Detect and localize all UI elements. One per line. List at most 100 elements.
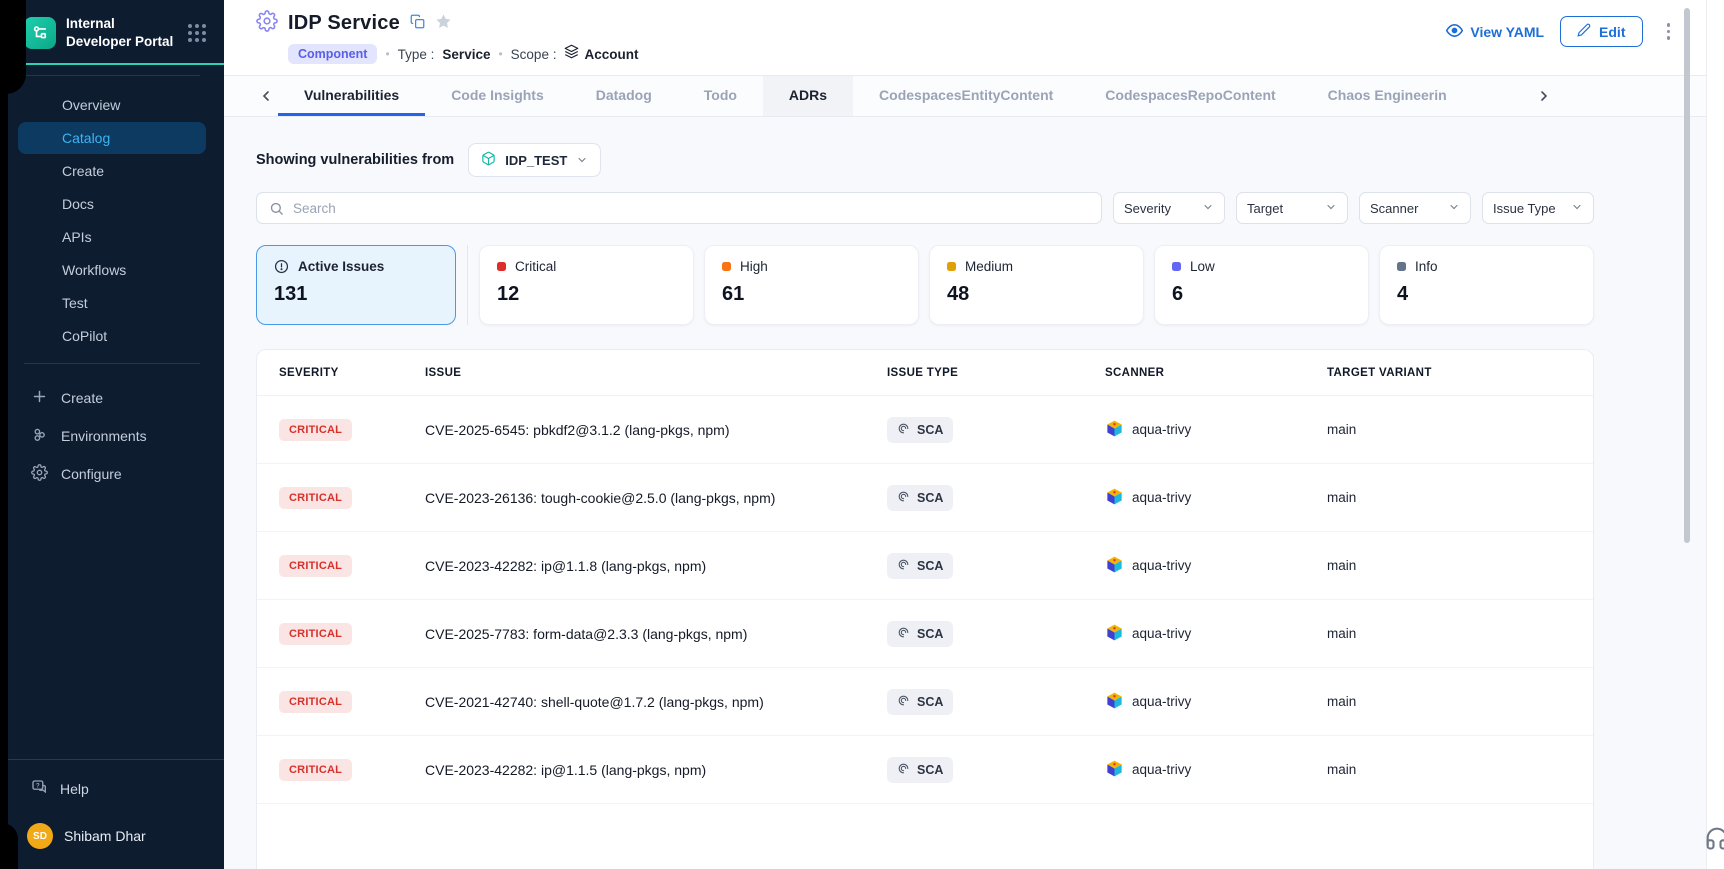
- tab-vulnerabilities[interactable]: Vulnerabilities: [278, 76, 425, 116]
- issue-type-label: SCA: [917, 559, 943, 573]
- target-variant: main: [1327, 422, 1593, 437]
- filter-label: Scanner: [1370, 201, 1418, 216]
- target-variant: main: [1327, 490, 1593, 505]
- tabbar: VulnerabilitiesCode InsightsDatadogTodoA…: [224, 76, 1724, 117]
- environments-icon: [31, 426, 48, 446]
- copy-icon[interactable]: [410, 14, 425, 34]
- active-issues-card[interactable]: Active Issues 131: [256, 245, 456, 325]
- avatar: SD: [27, 823, 53, 849]
- trivy-cube-icon: [1105, 487, 1124, 509]
- sidebar-item-overview[interactable]: Overview: [18, 89, 206, 121]
- sidebar-item-docs[interactable]: Docs: [18, 188, 206, 220]
- tab-codespacesentitycontent[interactable]: CodespacesEntityContent: [853, 76, 1079, 116]
- tabs-scroll-right-icon[interactable]: [1532, 88, 1556, 104]
- help-label: Help: [60, 781, 89, 797]
- tab-adrs[interactable]: ADRs: [763, 76, 853, 116]
- chevron-down-icon: [1325, 201, 1337, 216]
- scope-value: Account: [584, 47, 638, 62]
- issue-title: CVE-2023-42282: ip@1.1.5 (lang-pkgs, npm…: [425, 762, 887, 778]
- stat-card-high[interactable]: High61: [704, 245, 919, 325]
- tabs-scroll-left-icon[interactable]: [254, 88, 278, 104]
- sidebar-item-workflows[interactable]: Workflows: [18, 254, 206, 286]
- sidebar-item-copilot[interactable]: CoPilot: [18, 320, 206, 352]
- stat-card-value: 12: [497, 283, 676, 306]
- scanner-cell: aqua-trivy: [1105, 623, 1327, 645]
- main-area: IDP Service Component • Ty: [224, 0, 1724, 869]
- target-variant: main: [1327, 626, 1593, 641]
- search-filter-row: Severity Target Scanner Issue Type: [256, 192, 1594, 224]
- sca-fingerprint-icon: [897, 626, 910, 642]
- sidebar-item-apis[interactable]: APIs: [18, 221, 206, 253]
- scrollbar-thumb[interactable]: [1684, 8, 1690, 543]
- table-row[interactable]: CRITICALCVE-2023-42282: ip@1.1.8 (lang-p…: [257, 532, 1593, 600]
- sidebar-item-catalog[interactable]: Catalog: [18, 122, 206, 154]
- stat-card-low[interactable]: Low6: [1154, 245, 1369, 325]
- kebab-menu-icon[interactable]: [1659, 19, 1679, 44]
- severity-badge: CRITICAL: [279, 623, 352, 645]
- table-row[interactable]: CRITICALCVE-2021-42740: shell-quote@1.7.…: [257, 668, 1593, 736]
- sca-fingerprint-icon: [897, 490, 910, 506]
- user-menu[interactable]: SD Shibam Dhar: [0, 809, 224, 869]
- user-name: Shibam Dhar: [64, 828, 146, 844]
- sidebar-item-help[interactable]: ? Help: [0, 760, 224, 809]
- pencil-icon: [1577, 23, 1591, 40]
- severity-cards: Critical 12 High61 Medium 48 Low6Info4: [479, 245, 1594, 325]
- issue-type-label: SCA: [917, 491, 943, 505]
- chevron-down-icon: [1571, 201, 1583, 216]
- stat-card-info[interactable]: Info4: [1379, 245, 1594, 325]
- sidebar-item-test[interactable]: Test: [18, 287, 206, 319]
- trivy-cube-icon: [1105, 555, 1124, 577]
- svg-text:?: ?: [36, 782, 40, 789]
- apps-grid-icon[interactable]: [184, 20, 210, 46]
- issue-type-label: SCA: [917, 695, 943, 709]
- tab-codespacesrepocontent[interactable]: CodespacesRepoContent: [1079, 76, 1301, 116]
- tab-todo[interactable]: Todo: [678, 76, 763, 116]
- search-icon: [269, 201, 284, 216]
- page-header-actions: View YAML Edit: [1446, 10, 1678, 47]
- table-row[interactable]: CRITICALCVE-2025-7783: form-data@2.3.3 (…: [257, 600, 1593, 668]
- brand-title: Internal Developer Portal: [66, 15, 174, 50]
- table-row[interactable]: CRITICALCVE-2025-6545: pbkdf2@3.1.2 (lan…: [257, 396, 1593, 464]
- portal-logo-icon: [24, 17, 56, 49]
- issue-type-chip: SCA: [887, 553, 953, 579]
- stat-card-label: High: [740, 259, 768, 274]
- stat-card-medium[interactable]: Medium 48: [929, 245, 1144, 325]
- sca-fingerprint-icon: [897, 762, 910, 778]
- search-input[interactable]: [293, 201, 1089, 216]
- view-yaml-button[interactable]: View YAML: [1446, 22, 1544, 42]
- stat-card-critical[interactable]: Critical 12: [479, 245, 694, 325]
- sidebar-action-configure[interactable]: Configure: [18, 456, 206, 492]
- table-row[interactable]: CRITICALCVE-2023-26136: tough-cookie@2.5…: [257, 464, 1593, 532]
- medium-dot-icon: [947, 262, 956, 271]
- tab-datadog[interactable]: Datadog: [570, 76, 678, 116]
- stat-card-label: Medium: [965, 259, 1013, 274]
- headset-support-icon[interactable]: [1703, 824, 1724, 857]
- source-selector[interactable]: IDP_TEST: [468, 143, 601, 177]
- star-icon[interactable]: [435, 13, 452, 35]
- column-header-target-variant: TARGET VARIANT: [1327, 367, 1593, 379]
- meta-separator: •: [498, 47, 502, 61]
- issue-type-chip: SCA: [887, 621, 953, 647]
- stat-card-label: Critical: [515, 259, 556, 274]
- table-row[interactable]: CRITICALCVE-2023-42282: ip@1.1.5 (lang-p…: [257, 736, 1593, 804]
- target-variant: main: [1327, 694, 1593, 709]
- issue-type-label: SCA: [917, 763, 943, 777]
- tab-chaos-engineerin[interactable]: Chaos Engineerin: [1302, 76, 1473, 116]
- sca-fingerprint-icon: [897, 558, 910, 574]
- alert-circle-icon: [274, 259, 289, 274]
- sidebar-action-environments[interactable]: Environments: [18, 418, 206, 454]
- scanner-name: aqua-trivy: [1132, 626, 1191, 641]
- sidebar-action-create[interactable]: Create: [18, 380, 206, 416]
- severity-badge: CRITICAL: [279, 691, 352, 713]
- filter-issue-type[interactable]: Issue Type: [1482, 192, 1594, 224]
- sidebar-item-create[interactable]: Create: [18, 155, 206, 187]
- stat-card-value: 48: [947, 283, 1126, 306]
- filter-target[interactable]: Target: [1236, 192, 1348, 224]
- filter-scanner[interactable]: Scanner: [1359, 192, 1471, 224]
- issue-title: CVE-2025-6545: pbkdf2@3.1.2 (lang-pkgs, …: [425, 422, 887, 438]
- low-dot-icon: [1172, 262, 1181, 271]
- edit-button[interactable]: Edit: [1560, 16, 1642, 47]
- sca-fingerprint-icon: [897, 694, 910, 710]
- tab-code-insights[interactable]: Code Insights: [425, 76, 570, 116]
- filter-severity[interactable]: Severity: [1113, 192, 1225, 224]
